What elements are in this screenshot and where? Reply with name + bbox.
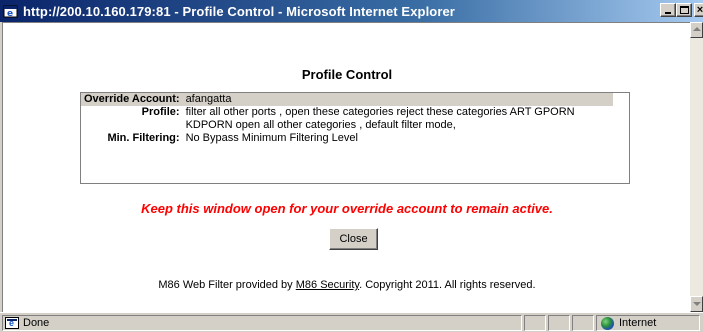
window-title: http://200.10.160.179:81 - Profile Contr…: [23, 3, 455, 19]
scroll-up-arrow[interactable]: [690, 22, 703, 38]
table-row: Profile: filter all other ports , open t…: [81, 106, 613, 132]
profile-details-box: Override Account: afangatta Profile: fil…: [80, 92, 630, 184]
override-account-value: afangatta: [182, 93, 613, 106]
profile-value: filter all other ports , open these cate…: [185, 106, 575, 131]
override-account-label: Override Account:: [81, 93, 183, 106]
page-title: Profile Control: [301, 67, 393, 82]
status-pane: Done: [2, 315, 522, 331]
table-row: Min. Filtering: No Bypass Minimum Filter…: [81, 132, 613, 145]
minimize-button[interactable]: [660, 3, 676, 17]
security-zone-label: Internet: [619, 317, 657, 329]
maximize-icon: [679, 6, 689, 14]
page-content: Profile Control Override Account: afanga…: [2, 22, 690, 312]
minimize-icon: [665, 12, 671, 14]
globe-icon: [601, 317, 614, 330]
footer-prefix: M86 Web Filter provided by: [158, 279, 296, 291]
status-pane-empty: [524, 315, 546, 331]
title-bar[interactable]: e http://200.10.160.179:81 - Profile Con…: [0, 0, 703, 22]
profile-label: Profile:: [141, 106, 180, 118]
close-icon: ×: [696, 3, 703, 16]
keep-window-open-warning: Keep this window open for your override …: [141, 201, 553, 216]
security-zone-pane: Internet: [596, 315, 700, 331]
ie-icon: e: [3, 3, 19, 19]
table-row: Override Account: afangatta: [81, 93, 613, 106]
window-close-button[interactable]: ×: [694, 3, 703, 17]
maximize-button[interactable]: [676, 3, 692, 17]
footer-suffix: . Copyright 2011. All rights reserved.: [359, 279, 536, 291]
status-pane-empty: [572, 315, 594, 331]
status-bar: Done Internet: [0, 312, 703, 332]
m86-security-link[interactable]: M86 Security: [296, 279, 359, 291]
min-filtering-value: No Bypass Minimum Filtering Level: [185, 132, 358, 144]
min-filtering-label: Min. Filtering:: [107, 132, 180, 144]
vertical-scrollbar[interactable]: [690, 22, 703, 312]
profile-table: Override Account: afangatta Profile: fil…: [81, 93, 613, 145]
page-done-icon: [5, 317, 19, 329]
scroll-down-arrow[interactable]: [690, 296, 703, 312]
status-pane-empty: [548, 315, 570, 331]
status-text: Done: [23, 317, 50, 329]
svg-text:e: e: [7, 9, 13, 19]
close-button[interactable]: Close: [329, 228, 378, 250]
footer: M86 Web Filter provided by M86 Security.…: [3, 279, 691, 291]
